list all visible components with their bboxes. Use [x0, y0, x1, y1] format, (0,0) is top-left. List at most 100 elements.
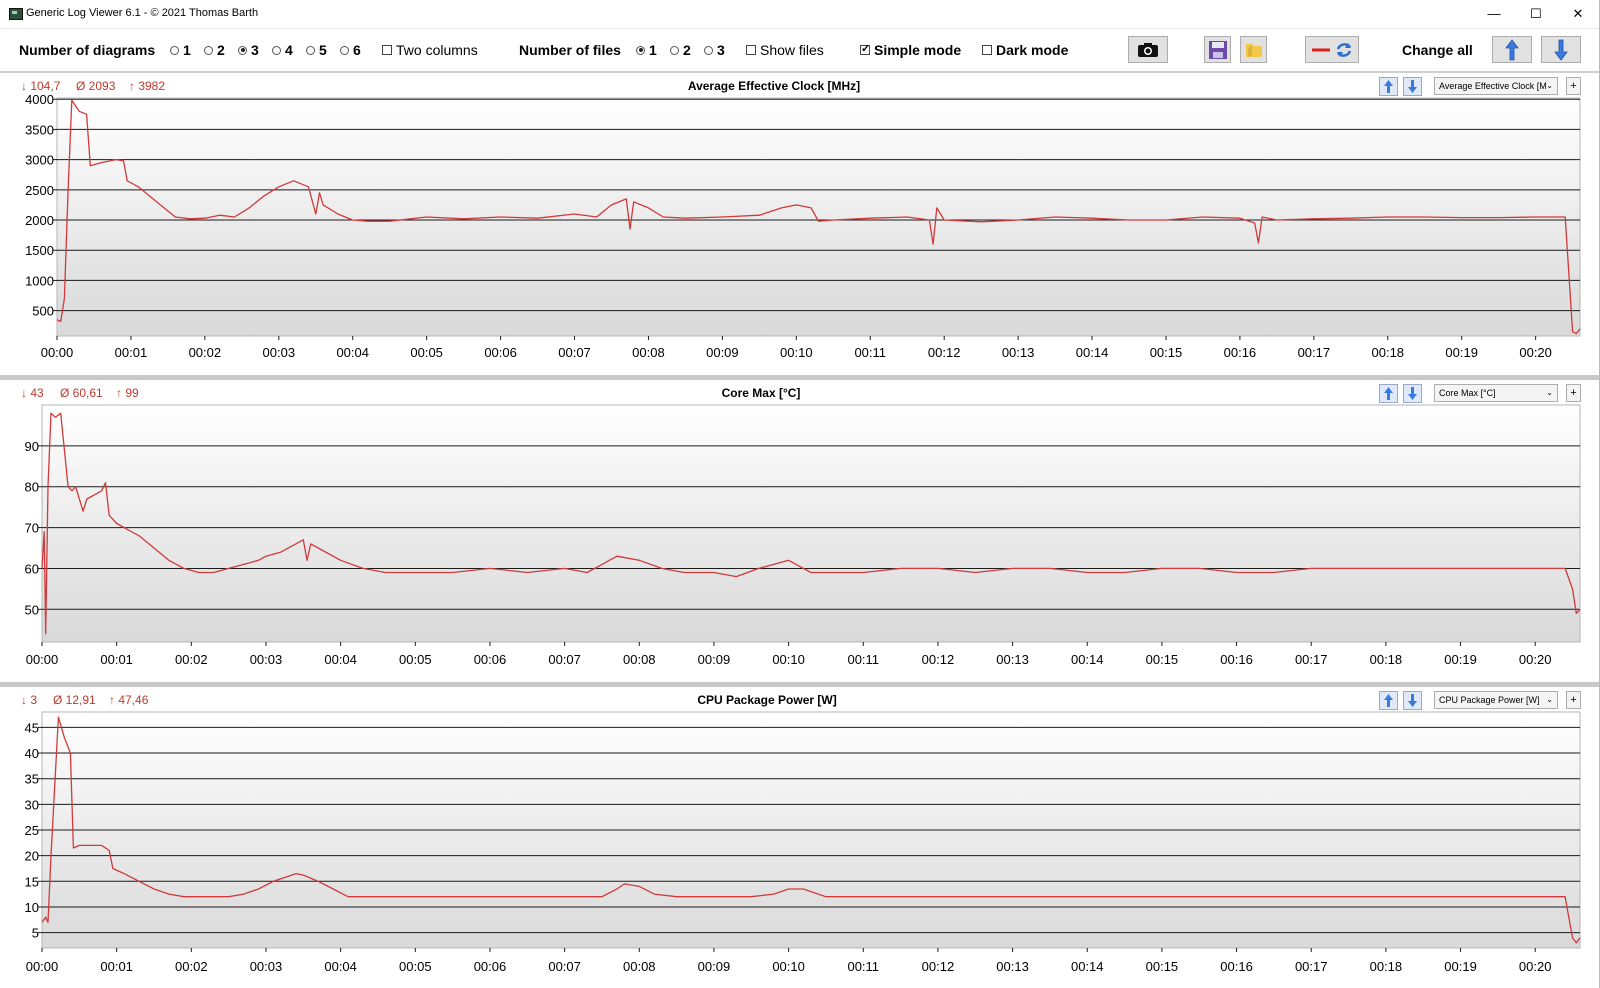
x-tick-label: 00:02 — [175, 959, 208, 974]
y-tick-label: 60 — [25, 561, 39, 576]
diagram-panel-clock: ↓ 104,7 Ø 2093 ↑ 3982 Average Effective … — [0, 73, 1600, 375]
x-tick-label: 00:10 — [780, 345, 813, 360]
x-tick-label: 00:08 — [623, 652, 656, 667]
two-columns-checkbox[interactable]: Two columns — [382, 42, 478, 58]
x-tick-label: 00:07 — [558, 345, 591, 360]
y-tick-label: 10 — [25, 900, 39, 915]
reset-lines-button[interactable] — [1305, 36, 1359, 63]
y-tick-label: 1500 — [25, 243, 54, 258]
x-tick-label: 00:09 — [698, 652, 731, 667]
y-tick-label: 1000 — [25, 273, 54, 288]
x-tick-label: 00:15 — [1150, 345, 1183, 360]
x-tick-label: 00:13 — [996, 652, 1029, 667]
x-tick-label: 00:00 — [26, 652, 59, 667]
simple-mode-checkbox[interactable]: Simple mode — [860, 42, 961, 58]
x-tick-label: 00:20 — [1519, 652, 1552, 667]
save-button[interactable] — [1204, 36, 1231, 63]
move-all-up-button[interactable] — [1492, 36, 1532, 63]
minimize-button[interactable]: — — [1474, 0, 1514, 28]
diagrams-option-1[interactable]: 1 — [170, 42, 191, 58]
x-tick-label: 00:01 — [115, 345, 148, 360]
x-tick-label: 00:02 — [189, 345, 222, 360]
close-button[interactable]: ✕ — [1558, 0, 1598, 28]
x-tick-label: 00:20 — [1519, 345, 1552, 360]
x-tick-label: 00:05 — [399, 959, 432, 974]
radio-icon — [170, 45, 179, 55]
x-tick-label: 00:18 — [1370, 652, 1403, 667]
x-tick-label: 00:17 — [1298, 345, 1331, 360]
y-tick-label: 2500 — [25, 183, 54, 198]
radio-icon — [204, 45, 213, 55]
checkbox-icon — [746, 45, 756, 56]
x-tick-label: 00:15 — [1146, 652, 1179, 667]
folder-icon — [1245, 43, 1262, 57]
diagrams-option-2[interactable]: 2 — [204, 42, 225, 58]
open-button[interactable] — [1240, 36, 1267, 63]
dark-mode-checkbox[interactable]: Dark mode — [982, 42, 1068, 58]
y-tick-label: 3000 — [25, 153, 54, 168]
chart-clock: 500 1000 1500 2000 2500 3000 3500 4000 00:00 00:0… — [25, 92, 1581, 360]
files-option-2[interactable]: 2 — [670, 42, 691, 58]
x-tick-label: 00:19 — [1444, 959, 1477, 974]
arrow-up-icon — [1505, 38, 1519, 60]
y-tick-label: 90 — [25, 439, 39, 454]
x-tick-label: 00:18 — [1370, 959, 1403, 974]
diagrams-option-4[interactable]: 4 — [272, 42, 293, 58]
x-tick-label: 00:16 — [1220, 959, 1253, 974]
radio-icon — [670, 45, 679, 55]
x-tick-label: 00:08 — [623, 959, 656, 974]
x-tick-label: 00:12 — [922, 959, 955, 974]
checkbox-icon — [382, 45, 392, 56]
y-tick-label: 20 — [25, 849, 39, 864]
move-all-down-button[interactable] — [1541, 36, 1581, 63]
app-icon — [9, 8, 23, 20]
diagrams-option-3[interactable]: 3 — [238, 42, 259, 58]
x-tick-label: 00:19 — [1445, 345, 1478, 360]
files-label: Number of files — [519, 42, 621, 58]
line-refresh-icon — [1312, 42, 1352, 57]
x-tick-label: 00:04 — [324, 652, 357, 667]
x-tick-label: 00:07 — [548, 959, 581, 974]
x-tick-label: 00:17 — [1295, 652, 1328, 667]
x-tick-label: 00:03 — [263, 345, 296, 360]
x-tick-label: 00:01 — [100, 959, 133, 974]
checkbox-checked-icon — [860, 42, 870, 56]
files-option-1[interactable]: 1 — [636, 42, 657, 58]
diagrams-option-6[interactable]: 6 — [340, 42, 361, 58]
x-tick-label: 00:03 — [250, 959, 283, 974]
y-tick-label: 70 — [25, 521, 39, 536]
plot-area — [41, 404, 1581, 643]
y-tick-label: 35 — [25, 772, 39, 787]
x-tick-label: 00:06 — [474, 959, 507, 974]
x-tick-label: 00:13 — [1002, 345, 1035, 360]
diagrams-option-5[interactable]: 5 — [306, 42, 327, 58]
window-title: Generic Log Viewer 6.1 - © 2021 Thomas B… — [26, 7, 259, 19]
x-tick-label: 00:00 — [41, 345, 74, 360]
save-icon — [1208, 40, 1227, 59]
y-tick-label: 45 — [25, 720, 39, 735]
chart-core-max: 50 60 70 80 90 00:00 00:01 00:02 00:03 00:04 00:05… — [25, 404, 1581, 667]
y-tick-label: 500 — [32, 304, 54, 319]
maximize-button[interactable]: ☐ — [1516, 0, 1556, 28]
x-tick-label: 00:02 — [175, 652, 208, 667]
x-tick-label: 00:13 — [996, 959, 1029, 974]
y-tick-label: 30 — [25, 797, 39, 812]
x-tick-label: 00:20 — [1519, 959, 1552, 974]
x-tick-label: 00:16 — [1224, 345, 1257, 360]
x-tick-label: 00:14 — [1076, 345, 1109, 360]
y-tick-label: 15 — [25, 874, 39, 889]
x-tick-label: 00:07 — [548, 652, 581, 667]
x-tick-label: 00:14 — [1071, 652, 1104, 667]
screenshot-button[interactable] — [1128, 36, 1168, 63]
show-files-checkbox[interactable]: Show files — [746, 42, 824, 58]
toolbar: Number of diagrams 1 2 3 4 5 6 Two colum… — [0, 29, 1600, 73]
x-tick-label: 00:15 — [1146, 959, 1179, 974]
x-tick-label: 00:12 — [928, 345, 961, 360]
x-tick-label: 00:09 — [698, 959, 731, 974]
files-option-3[interactable]: 3 — [704, 42, 725, 58]
title-bar: Generic Log Viewer 6.1 - © 2021 Thomas B… — [0, 0, 1600, 29]
radio-selected-icon — [238, 45, 247, 55]
x-tick-label: 00:05 — [399, 652, 432, 667]
y-tick-label: 25 — [25, 823, 39, 838]
x-tick-label: 00:06 — [474, 652, 507, 667]
